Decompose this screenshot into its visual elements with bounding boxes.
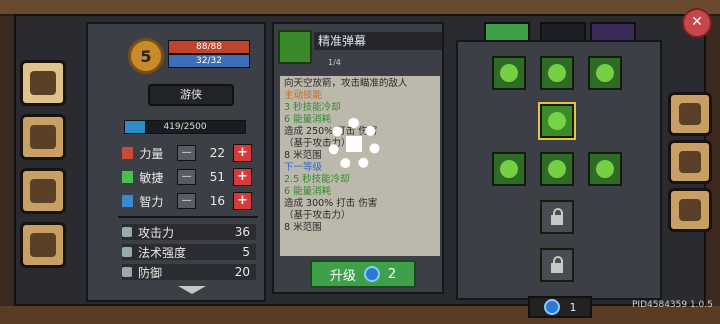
stat-plus-button[interactable]: + xyxy=(232,168,252,186)
skill-node[interactable] xyxy=(540,56,574,90)
scroll-down-icon[interactable] xyxy=(178,286,206,294)
xp-text: 419/2500 xyxy=(163,122,207,132)
stat-name: 智力 xyxy=(139,194,164,209)
tab-steering[interactable] xyxy=(20,222,66,268)
helmet-icon xyxy=(679,103,701,125)
upgrade-button[interactable]: 升级 2 xyxy=(310,260,416,288)
gem-icon xyxy=(543,299,560,315)
sword-icon xyxy=(122,227,132,237)
build-id: PID4584359 1.0.5 xyxy=(632,300,713,310)
skill-node-locked[interactable] xyxy=(540,200,574,234)
stat-value: 51 xyxy=(209,170,225,184)
description-line: 2.5 秒技能冷却 xyxy=(284,174,350,185)
gem-icon xyxy=(363,266,380,282)
tab-pets[interactable] xyxy=(20,168,66,214)
crossed-swords-icon xyxy=(679,151,701,173)
skill-points-counter: 1 xyxy=(528,296,592,318)
skill-node[interactable] xyxy=(492,152,526,186)
stat-plus-button[interactable]: + xyxy=(232,192,252,210)
skill-node-selected[interactable] xyxy=(538,102,576,140)
substat-row: 防御 20 xyxy=(122,264,256,280)
stat-value: 16 xyxy=(209,194,225,208)
xp-fill xyxy=(125,121,146,133)
skill-node[interactable] xyxy=(492,56,526,90)
description-line: 3 秒技能冷却 xyxy=(284,102,341,113)
skill-node[interactable] xyxy=(540,152,574,186)
book-icon xyxy=(30,71,56,95)
mp-bar: 32/32 xyxy=(168,54,250,68)
character-panel: 5 88/88 32/32 游侠 419/2500 力量 — 22 + 敏捷 —… xyxy=(86,22,266,302)
tab-helmet[interactable] xyxy=(668,92,712,136)
tab-settings[interactable] xyxy=(668,188,712,232)
substat-value: 36 xyxy=(234,225,250,239)
substat-value: 5 xyxy=(242,245,250,259)
substat-row: 法术强度 5 xyxy=(122,244,256,260)
xp-bar: 419/2500 xyxy=(124,120,246,134)
tab-map[interactable] xyxy=(20,114,66,160)
feather-icon xyxy=(122,171,134,183)
stat-name: 敏捷 xyxy=(139,170,164,185)
map-icon xyxy=(30,125,56,149)
skill-name: 精准弹幕 xyxy=(314,32,442,50)
stat-row-agility: 敏捷 — 51 + xyxy=(122,168,252,186)
stat-row-intelligence: 智力 — 16 + xyxy=(122,192,252,210)
gear-icon xyxy=(679,199,701,221)
description-line: 6 能量消耗 xyxy=(284,186,332,197)
skill-points-value: 1 xyxy=(569,300,577,314)
description-line: 8 米范围 xyxy=(284,222,322,233)
class-name: 游侠 xyxy=(148,84,234,106)
stat-minus-button[interactable]: — xyxy=(177,145,197,161)
skill-rank: 1/4 xyxy=(328,58,341,67)
wood-frame-bottom xyxy=(0,306,720,324)
skill-tree-panel xyxy=(456,40,662,300)
substat-row: 攻击力 36 xyxy=(122,224,256,240)
fist-icon xyxy=(122,147,134,159)
stat-value: 22 xyxy=(209,146,225,160)
skill-node[interactable] xyxy=(588,56,622,90)
loading-gear-icon xyxy=(328,118,380,170)
book-icon xyxy=(122,195,134,207)
shield-icon xyxy=(122,267,132,277)
upgrade-label: 升级 xyxy=(329,268,356,284)
skill-icon xyxy=(278,30,312,64)
paw-icon xyxy=(30,179,56,203)
stat-minus-button[interactable]: — xyxy=(177,193,197,209)
stat-row-strength: 力量 — 22 + xyxy=(122,144,252,162)
substat-name: 防御 xyxy=(138,265,163,280)
stat-minus-button[interactable]: — xyxy=(177,169,197,185)
level-badge: 5 xyxy=(128,38,164,74)
divider xyxy=(118,216,258,218)
skill-node[interactable] xyxy=(588,152,622,186)
substat-value: 20 xyxy=(234,265,250,279)
stat-name: 力量 xyxy=(139,146,164,161)
description-line: 主动技能 xyxy=(284,90,323,101)
description-line: 造成 300% 打击 伤害 xyxy=(284,198,378,209)
description-line: 向天空放箭，攻击瞄准的敌人 xyxy=(284,78,408,89)
substat-name: 攻击力 xyxy=(138,225,175,240)
substat-name: 法术强度 xyxy=(138,245,187,260)
tab-journal[interactable] xyxy=(20,60,66,106)
stat-plus-button[interactable]: + xyxy=(232,144,252,162)
close-button[interactable]: ✕ xyxy=(682,8,712,38)
tab-skills[interactable] xyxy=(668,140,712,184)
wheel-icon xyxy=(30,233,56,257)
skill-node-locked[interactable] xyxy=(540,248,574,282)
description-line: （基于攻击力） xyxy=(284,210,351,221)
upgrade-cost: 2 xyxy=(387,266,397,282)
left-tab-bar xyxy=(20,60,74,276)
wand-icon xyxy=(122,247,132,257)
hp-bar: 88/88 xyxy=(168,40,250,54)
